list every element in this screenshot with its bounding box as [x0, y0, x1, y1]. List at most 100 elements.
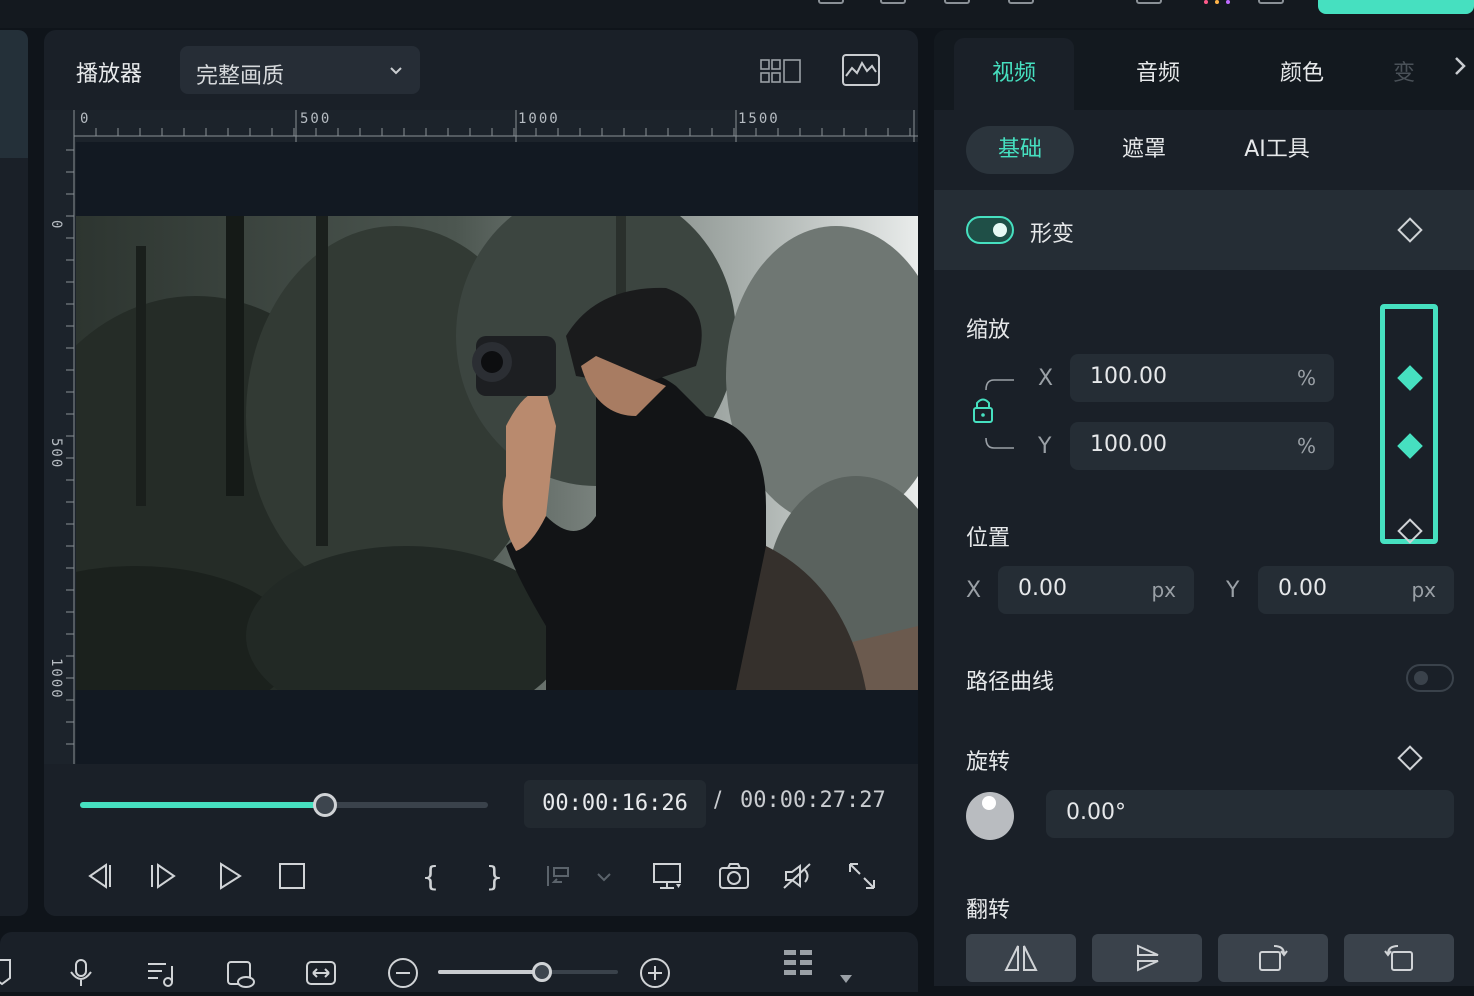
subtab-ai-tools[interactable]: AI工具	[1222, 126, 1332, 174]
total-duration: 00:00:27:27	[740, 788, 886, 813]
progress-slider[interactable]	[80, 793, 488, 817]
progress-handle[interactable]	[312, 793, 337, 817]
keyframe-diamond-icon[interactable]	[1397, 217, 1423, 243]
progress-fill	[80, 802, 325, 808]
scale-y-unit: %	[1296, 434, 1316, 458]
subtab-mask[interactable]: 遮罩	[1094, 126, 1194, 174]
scale-y-axis: Y	[1038, 434, 1052, 459]
horizontal-ruler: 0 500 1000 1500	[44, 110, 918, 142]
keyframe-diamond-icon[interactable]	[1397, 745, 1423, 771]
quality-select[interactable]: 完整画质	[180, 46, 420, 94]
rotate-clockwise-button[interactable]	[1218, 934, 1328, 982]
waveform-monitor-icon[interactable]	[842, 54, 880, 86]
mute-audio-icon[interactable]	[780, 858, 816, 894]
snapshot-camera-icon[interactable]	[716, 858, 752, 894]
fullscreen-icon[interactable]	[844, 858, 880, 894]
mark-out-icon[interactable]: }	[476, 858, 512, 894]
scale-y-field[interactable]: 100.00 %	[1070, 422, 1334, 470]
top-toolbar-icon[interactable]	[1258, 0, 1284, 4]
tab-video[interactable]: 视频	[954, 38, 1074, 110]
transform-toggle[interactable]	[966, 216, 1014, 244]
rotation-field[interactable]: 0.00°	[1046, 790, 1454, 838]
scale-y-value: 100.00	[1090, 432, 1167, 457]
ruler-label: 1000	[518, 111, 560, 127]
path-curve-toggle[interactable]	[1406, 664, 1454, 692]
zoom-out-icon[interactable]	[386, 956, 420, 990]
grid-view-icon[interactable]	[760, 58, 802, 84]
ruler-label: 500	[300, 111, 332, 127]
fit-width-icon[interactable]	[304, 956, 338, 990]
track-list-icon[interactable]	[782, 948, 814, 982]
position-y-field[interactable]: 0.00 px	[1258, 566, 1454, 614]
position-x-unit: px	[1151, 578, 1176, 602]
inspector-tab-bar: 视频 音频 颜色 变	[934, 30, 1474, 110]
zoom-fill	[438, 970, 543, 974]
preview-canvas[interactable]	[76, 142, 918, 764]
top-toolbar-icon[interactable]	[1136, 0, 1162, 4]
tab-audio[interactable]: 音频	[1098, 38, 1218, 110]
left-panel-edge	[0, 30, 28, 916]
position-x-field[interactable]: 0.00 px	[998, 566, 1194, 614]
chevron-right-icon[interactable]	[1452, 54, 1468, 78]
scale-x-unit: %	[1296, 366, 1316, 390]
marker-icon[interactable]	[0, 956, 24, 990]
photographer-in-forest-image	[76, 216, 918, 690]
chevron-down-icon[interactable]	[592, 858, 616, 894]
play-icon[interactable]	[212, 858, 248, 894]
zoom-in-icon[interactable]	[638, 956, 672, 990]
ruler-label: 1000	[48, 658, 64, 700]
next-frame-icon[interactable]	[146, 858, 182, 894]
tab-color[interactable]: 颜色	[1242, 38, 1362, 110]
music-list-icon[interactable]	[144, 956, 178, 990]
playback-controls: 00:00:16:26 / 00:00:27:27 { }	[44, 764, 918, 916]
lock-ratio-icon[interactable]	[968, 376, 1018, 452]
top-toolbar-icon[interactable]	[1008, 0, 1034, 4]
scale-x-field[interactable]: 100.00 %	[1070, 354, 1334, 402]
top-toolbar-icon[interactable]	[944, 0, 970, 4]
flip-horizontal-button[interactable]	[966, 934, 1076, 982]
top-toolbar-icon[interactable]	[818, 0, 844, 4]
stop-icon[interactable]	[274, 858, 310, 894]
top-toolbar-icon[interactable]	[880, 0, 906, 4]
flip-label: 翻转	[966, 898, 1011, 923]
microphone-icon[interactable]	[64, 956, 98, 990]
flip-vertical-icon	[1137, 944, 1159, 972]
rotate-counterclockwise-button[interactable]	[1344, 934, 1454, 982]
ruler-label: 500	[48, 438, 64, 470]
rotation-label: 旋转	[966, 750, 1011, 775]
tab-speed[interactable]: 变	[1384, 38, 1424, 110]
position-y-unit: px	[1411, 578, 1436, 602]
chevron-down-icon	[390, 67, 402, 75]
timeline-toolbar	[0, 932, 918, 992]
display-settings-icon[interactable]	[650, 858, 686, 894]
mark-in-icon[interactable]: {	[412, 858, 448, 894]
position-label: 位置	[966, 526, 1011, 551]
color-dots-icon[interactable]	[1202, 0, 1232, 6]
previous-frame-icon[interactable]	[80, 858, 116, 894]
rotate-clockwise-icon	[1259, 945, 1288, 971]
player-title: 播放器	[76, 62, 143, 87]
zoom-slider[interactable]	[438, 962, 618, 982]
inspector-subtabs: 基础 遮罩 AI工具	[934, 110, 1474, 190]
svg-text:}: }	[486, 860, 503, 893]
position-y-axis: Y	[1226, 578, 1240, 603]
svg-text:{: {	[422, 860, 439, 893]
time-separator: /	[714, 788, 722, 813]
subtab-basic[interactable]: 基础	[966, 126, 1074, 174]
keyframe-highlight-box	[1380, 304, 1438, 544]
position-x-value: 0.00	[1018, 576, 1067, 601]
inspector-panel: 视频 音频 颜色 变 基础 遮罩 AI工具 形变 缩放 X 100.00 % Y…	[934, 30, 1474, 986]
insert-clip-icon[interactable]	[540, 858, 576, 894]
flip-vertical-button[interactable]	[1092, 934, 1202, 982]
rotation-dial[interactable]	[966, 792, 1014, 840]
dropdown-caret-icon[interactable]	[836, 962, 856, 996]
ruler-label: 0	[80, 111, 91, 127]
clip-preview-icon[interactable]	[224, 956, 258, 990]
position-y-value: 0.00	[1278, 576, 1327, 601]
video-frame[interactable]	[76, 216, 918, 690]
export-button[interactable]	[1318, 0, 1474, 14]
current-timecode[interactable]: 00:00:16:26	[524, 780, 706, 828]
zoom-handle[interactable]	[532, 962, 553, 982]
player-panel: 播放器 完整画质 0 500 1000 1500 0 500 1000 00:0…	[44, 30, 918, 916]
top-toolbar	[0, 0, 1474, 28]
